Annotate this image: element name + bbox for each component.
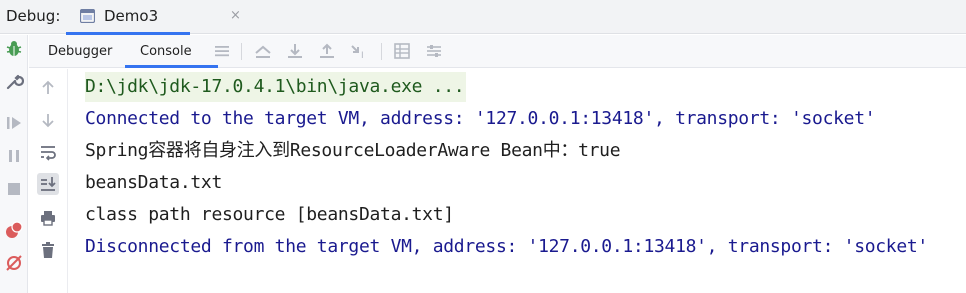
- console-line-system: Disconnected from the target VM, address…: [85, 236, 928, 257]
- show-execution-point-icon[interactable]: [253, 41, 273, 61]
- console-gutter-toolbar: [29, 69, 68, 293]
- run-to-cursor-icon[interactable]: [392, 41, 412, 61]
- console-line-output: beansData.txt: [85, 172, 222, 193]
- debug-tool-window-header: Debug: Demo3 ×: [0, 0, 966, 35]
- svg-text:I: I: [361, 51, 364, 61]
- resume-icon[interactable]: [4, 113, 24, 133]
- active-tab-indicator: [125, 65, 218, 68]
- tab-title: Demo3: [104, 7, 159, 25]
- view-breakpoints-icon[interactable]: [4, 220, 24, 240]
- console-line-output: Spring容器将自身注入到ResourceLoaderAware Bean中：…: [85, 140, 621, 161]
- soft-wrap-icon[interactable]: [37, 141, 59, 163]
- scroll-to-end-icon[interactable]: [37, 173, 59, 195]
- step-into-icon[interactable]: [317, 41, 337, 61]
- clear-all-icon[interactable]: [37, 239, 59, 261]
- stop-icon[interactable]: [4, 179, 24, 199]
- debug-side-toolbar: [0, 35, 28, 293]
- pause-icon[interactable]: [4, 146, 24, 166]
- step-over-icon[interactable]: [285, 41, 305, 61]
- up-arrow-icon[interactable]: [37, 77, 59, 99]
- down-arrow-icon[interactable]: [37, 109, 59, 131]
- print-icon[interactable]: [37, 207, 59, 229]
- toolbar-separator: [381, 43, 382, 60]
- console-line-command: D:\jdk\jdk-17.0.4.1\bin\java.exe ...: [85, 72, 467, 102]
- console-line-system: Connected to the target VM, address: '12…: [85, 108, 876, 129]
- debug-label: Debug:: [6, 7, 61, 25]
- debug-bug-icon[interactable]: [4, 39, 24, 59]
- debugger-toolbar: Debugger Console I: [29, 35, 966, 68]
- tab-debugger[interactable]: Debugger: [48, 35, 112, 68]
- tab-console[interactable]: Console: [140, 35, 192, 68]
- console-output[interactable]: D:\jdk\jdk-17.0.4.1\bin\java.exe ... Con…: [69, 69, 966, 293]
- tab-demo3[interactable]: Demo3 ×: [66, 0, 241, 35]
- list-icon[interactable]: [212, 41, 232, 61]
- close-icon[interactable]: ×: [230, 9, 241, 22]
- settings-wrench-icon[interactable]: [4, 72, 25, 92]
- run-config-icon: [79, 8, 96, 24]
- evaluate-expression-icon[interactable]: [424, 41, 444, 61]
- console-line-output: class path resource [beansData.txt]: [85, 204, 454, 225]
- toolbar-separator: [241, 43, 242, 60]
- mute-breakpoints-icon[interactable]: [4, 253, 24, 273]
- step-out-icon[interactable]: I: [349, 41, 369, 61]
